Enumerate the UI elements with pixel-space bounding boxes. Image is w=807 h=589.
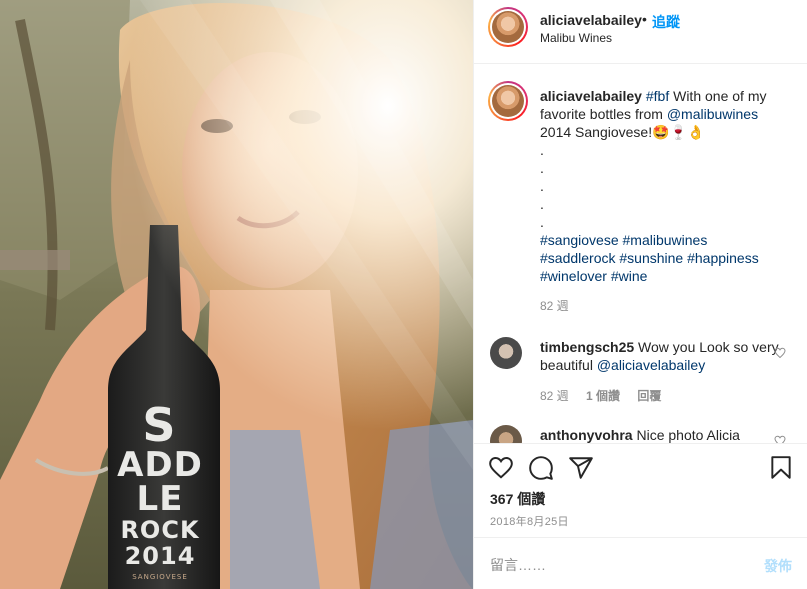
hashtag-link[interactable]: #sangiovese (540, 232, 619, 248)
mention-link[interactable]: @aliciavelabailey (597, 357, 705, 373)
caption-emojis: 🤩🍷👌 (652, 124, 705, 140)
header-username[interactable]: aliciavelabailey (540, 12, 642, 28)
likes-count[interactable]: 367 個讚 (490, 489, 545, 509)
follow-button[interactable]: 追蹤 (652, 12, 680, 32)
comment-username[interactable]: timbengsch25 (540, 339, 634, 355)
avatar-icon (492, 11, 524, 43)
bottle-label-line2: ADD (117, 445, 203, 485)
comment-composer: 發佈 (474, 537, 807, 589)
caption-dot: . (540, 160, 544, 176)
avatar-icon (492, 85, 524, 117)
comment-meta: 82 週 1 個讚 回覆 (540, 387, 675, 404)
caption-dot: . (540, 214, 544, 230)
hashtag-link[interactable]: #sunshine (619, 250, 683, 266)
bottle-label-varietal: SANGIOVESE (132, 573, 188, 581)
commenter-avatar[interactable] (490, 337, 522, 369)
caption-dot: . (540, 142, 544, 158)
caption-username[interactable]: aliciavelabailey (540, 88, 642, 104)
comment: anthonyvohra Nice photo Alicia (540, 426, 792, 443)
comments-list[interactable]: aliciavelabailey #fbf With one of my fav… (474, 65, 807, 443)
hashtag-link[interactable]: #happiness (687, 250, 759, 266)
caption-dots: . . . . . (540, 141, 792, 231)
comment-text: Nice photo Alicia (636, 427, 740, 443)
post-comment-button[interactable]: 發佈 (764, 556, 792, 576)
bottle-label: S ADD LE ROCK 2014 SANGIOVESE (112, 402, 208, 581)
comment-input[interactable] (490, 554, 730, 576)
post-side-panel: aliciavelabailey • 追蹤 Malibu Wines alici… (473, 0, 807, 589)
like-heart-icon[interactable] (488, 455, 514, 481)
bookmark-icon[interactable] (768, 455, 794, 481)
commenter-avatar[interactable] (490, 425, 522, 443)
caption: aliciavelabailey #fbf With one of my fav… (540, 87, 792, 315)
comment-time[interactable]: 82 週 (540, 389, 569, 403)
comment-bubble-icon[interactable] (528, 455, 554, 481)
bottle-label-year: 2014 (124, 542, 196, 570)
caption-avatar[interactable] (488, 81, 528, 121)
post-header: aliciavelabailey • 追蹤 Malibu Wines (474, 0, 807, 64)
action-bar (474, 443, 807, 493)
comment-like-heart-icon[interactable] (774, 435, 786, 443)
mention-link[interactable]: @malibuwines (667, 106, 758, 122)
bottle-label-line1: S (142, 398, 178, 452)
comment-like-heart-icon[interactable] (774, 347, 786, 359)
bottle-label-line4: ROCK (120, 516, 200, 544)
caption-dot: . (540, 196, 544, 212)
comment-username[interactable]: anthonyvohra (540, 427, 633, 443)
header-avatar[interactable] (488, 7, 528, 47)
header-location[interactable]: Malibu Wines (540, 31, 612, 45)
photo-illustration (0, 0, 473, 589)
bottle-label-line3: LE (136, 479, 184, 519)
post-photo[interactable]: S ADD LE ROCK 2014 SANGIOVESE (0, 0, 473, 589)
share-send-icon[interactable] (568, 455, 594, 481)
caption-dot: . (540, 178, 544, 194)
post-date[interactable]: 2018年8月25日 (490, 513, 569, 529)
caption-text: 2014 Sangiovese! (540, 124, 653, 140)
hashtag-link[interactable]: #malibuwines (623, 232, 708, 248)
hashtag-link[interactable]: #wine (611, 268, 648, 284)
caption-time[interactable]: 82 週 (540, 297, 792, 315)
comment-likes[interactable]: 1 個讚 (586, 389, 620, 403)
hashtag-link[interactable]: #saddlerock (540, 250, 616, 266)
comment: timbengsch25 Wow you Look so very beauti… (540, 338, 792, 374)
hashtag-link[interactable]: #winelover (540, 268, 607, 284)
instagram-post: S ADD LE ROCK 2014 SANGIOVESE aliciavela… (0, 0, 807, 589)
reply-button[interactable]: 回覆 (637, 389, 661, 403)
header-separator: • (642, 11, 647, 27)
hashtag-link[interactable]: #fbf (646, 88, 669, 104)
